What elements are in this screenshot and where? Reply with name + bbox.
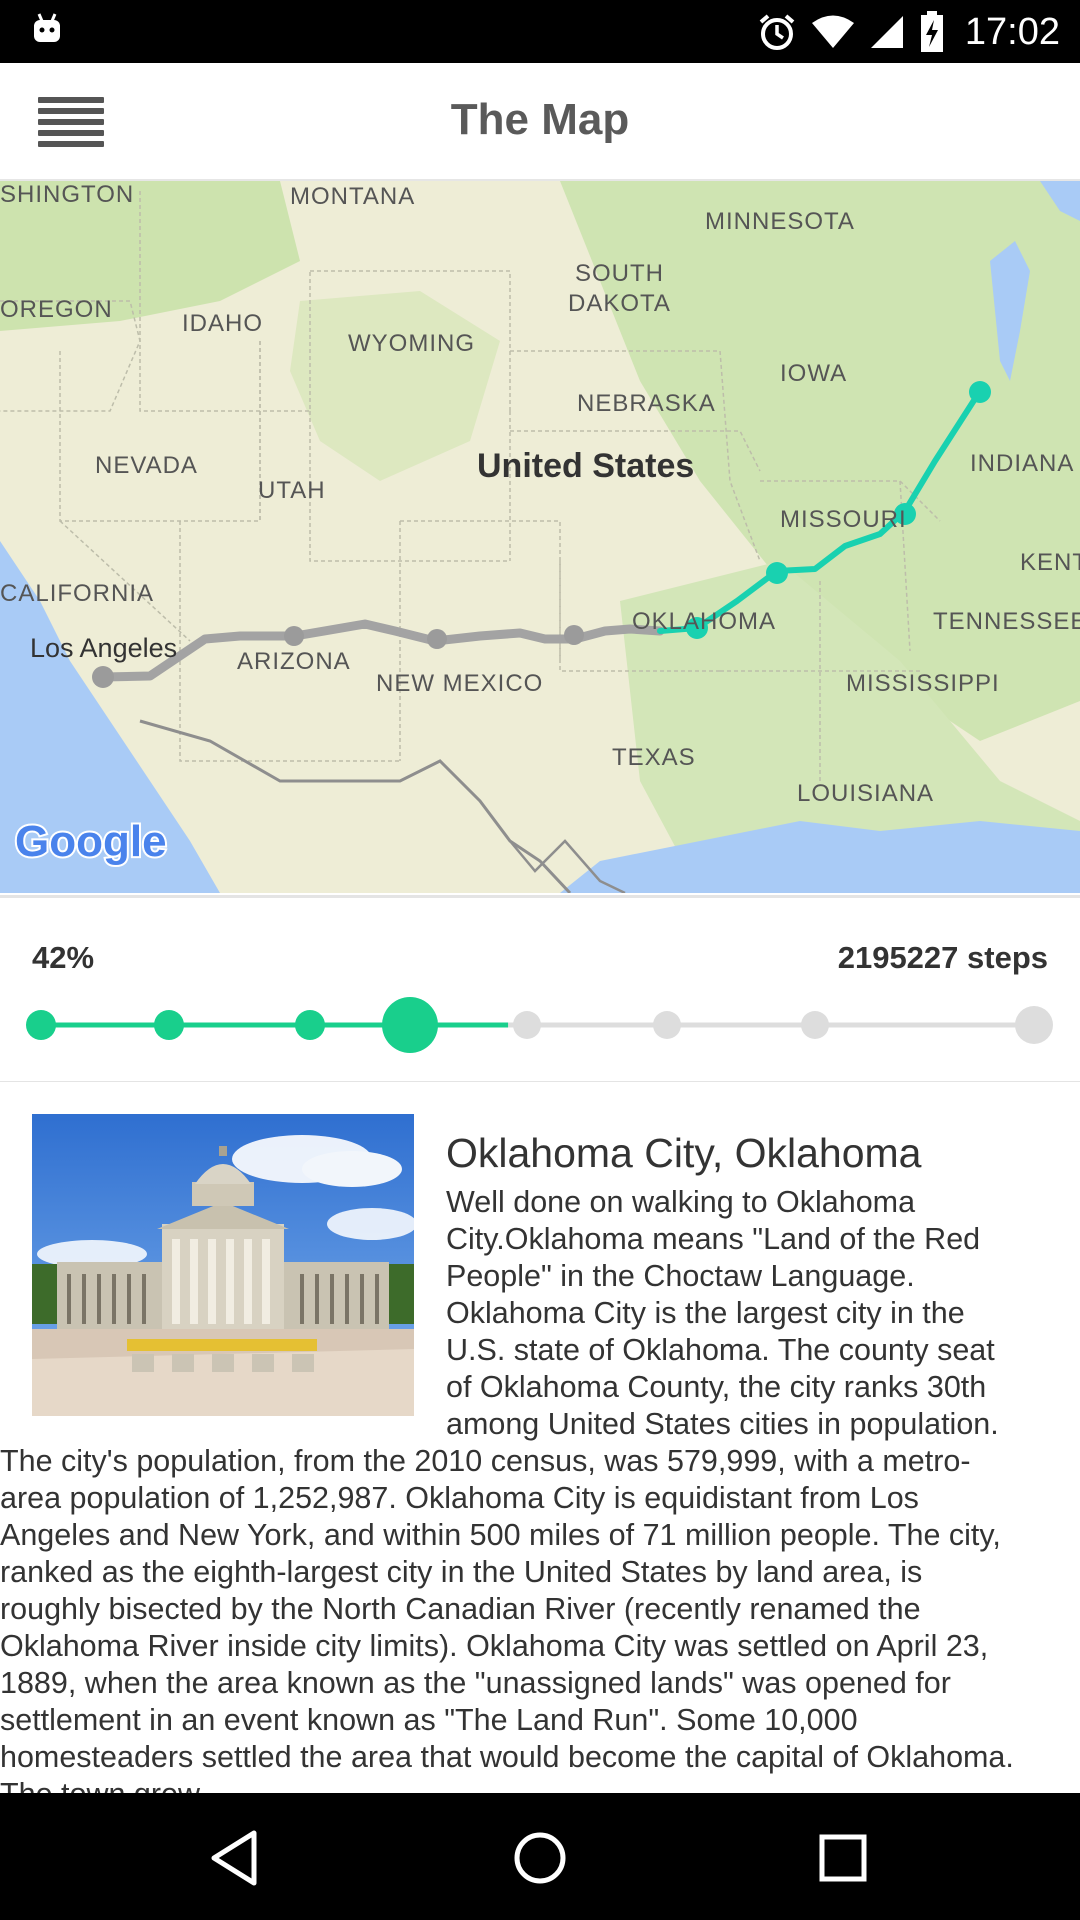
label-los-angeles: Los Angeles [30,633,177,663]
back-icon[interactable] [200,1823,270,1893]
milestone-track [0,993,1080,1073]
step-count: 2195227 steps [837,940,1048,975]
waypoint-arizona[interactable] [284,626,304,646]
label-nebraska: NEBRASKA [577,390,716,417]
waypoint-missouri[interactable] [766,562,788,584]
label-minnesota: MINNESOTA [705,208,855,235]
label-united-states: United States [477,447,694,485]
label-oregon: OREGON [0,296,113,323]
home-icon[interactable] [505,1823,575,1893]
page-title: The Map [450,95,630,144]
milestone-dot-4[interactable] [382,997,438,1053]
alarm-icon [759,14,795,50]
milestone-dot-3[interactable] [295,1010,325,1040]
battery-charging-icon [920,11,943,52]
label-tennessee: TENNESSEE [933,608,1080,635]
waypoint-texas-panhandle[interactable] [564,625,584,645]
app-bar: The Map [0,63,1080,181]
label-washington: SHINGTON [0,181,134,208]
signal-icon [870,16,903,48]
label-iowa: IOWA [780,360,847,387]
status-bar: 17:02 [0,0,1080,63]
progress-section: 42% 2195227 steps [0,895,1080,1085]
map-view[interactable]: SHINGTON MONTANA MINNESOTA SOUTH DAKOTA … [0,181,1080,893]
landmark-card[interactable]: Oklahoma City, Oklahoma Well done on wal… [0,1082,1080,1793]
label-south-dakota-2: DAKOTA [568,290,671,317]
label-south-dakota-1: SOUTH [575,260,664,287]
map-canvas[interactable]: SHINGTON MONTANA MINNESOTA SOUTH DAKOTA … [0,181,1080,893]
label-idaho: IDAHO [182,310,263,337]
milestone-dot-6[interactable] [653,1011,681,1039]
landmark-photo [32,1114,414,1416]
wifi-icon [811,15,854,48]
milestone-dot-2[interactable] [154,1010,184,1040]
milestone-dot-1[interactable] [26,1010,56,1040]
android-icon [34,13,60,42]
label-california: CALIFORNIA [0,580,154,607]
recents-icon[interactable] [808,1823,878,1893]
label-nevada: NEVADA [95,452,198,479]
label-mississippi: MISSISSIPPI [846,670,1000,697]
status-time: 17:02 [964,10,1060,53]
label-wyoming: WYOMING [348,330,475,357]
label-oklahoma: OKLAHOMA [632,608,776,635]
label-kentucky: KENTUC [1020,549,1080,576]
label-texas: TEXAS [612,744,696,771]
system-nav-bar [0,1793,1080,1920]
label-new-mexico: NEW MEXICO [376,670,543,697]
milestone-dot-7[interactable] [801,1011,829,1039]
google-logo: Google [15,817,167,866]
label-montana: MONTANA [290,183,415,210]
milestone-dot-5[interactable] [513,1011,541,1039]
label-utah: UTAH [258,477,326,504]
waypoint-new-mexico[interactable] [427,629,447,649]
waypoint-los-angeles[interactable] [92,666,114,688]
milestone-dot-8[interactable] [1015,1006,1053,1044]
capitol-building-image [32,1114,414,1416]
milestone-track-svg [26,997,1053,1053]
waypoint-chicago[interactable] [969,381,991,403]
label-indiana: INDIANA [970,450,1074,477]
label-arizona: ARIZONA [237,648,351,675]
label-missouri: MISSOURI [780,506,907,533]
label-louisiana: LOUISIANA [797,780,934,807]
progress-percent: 42% [32,940,95,975]
